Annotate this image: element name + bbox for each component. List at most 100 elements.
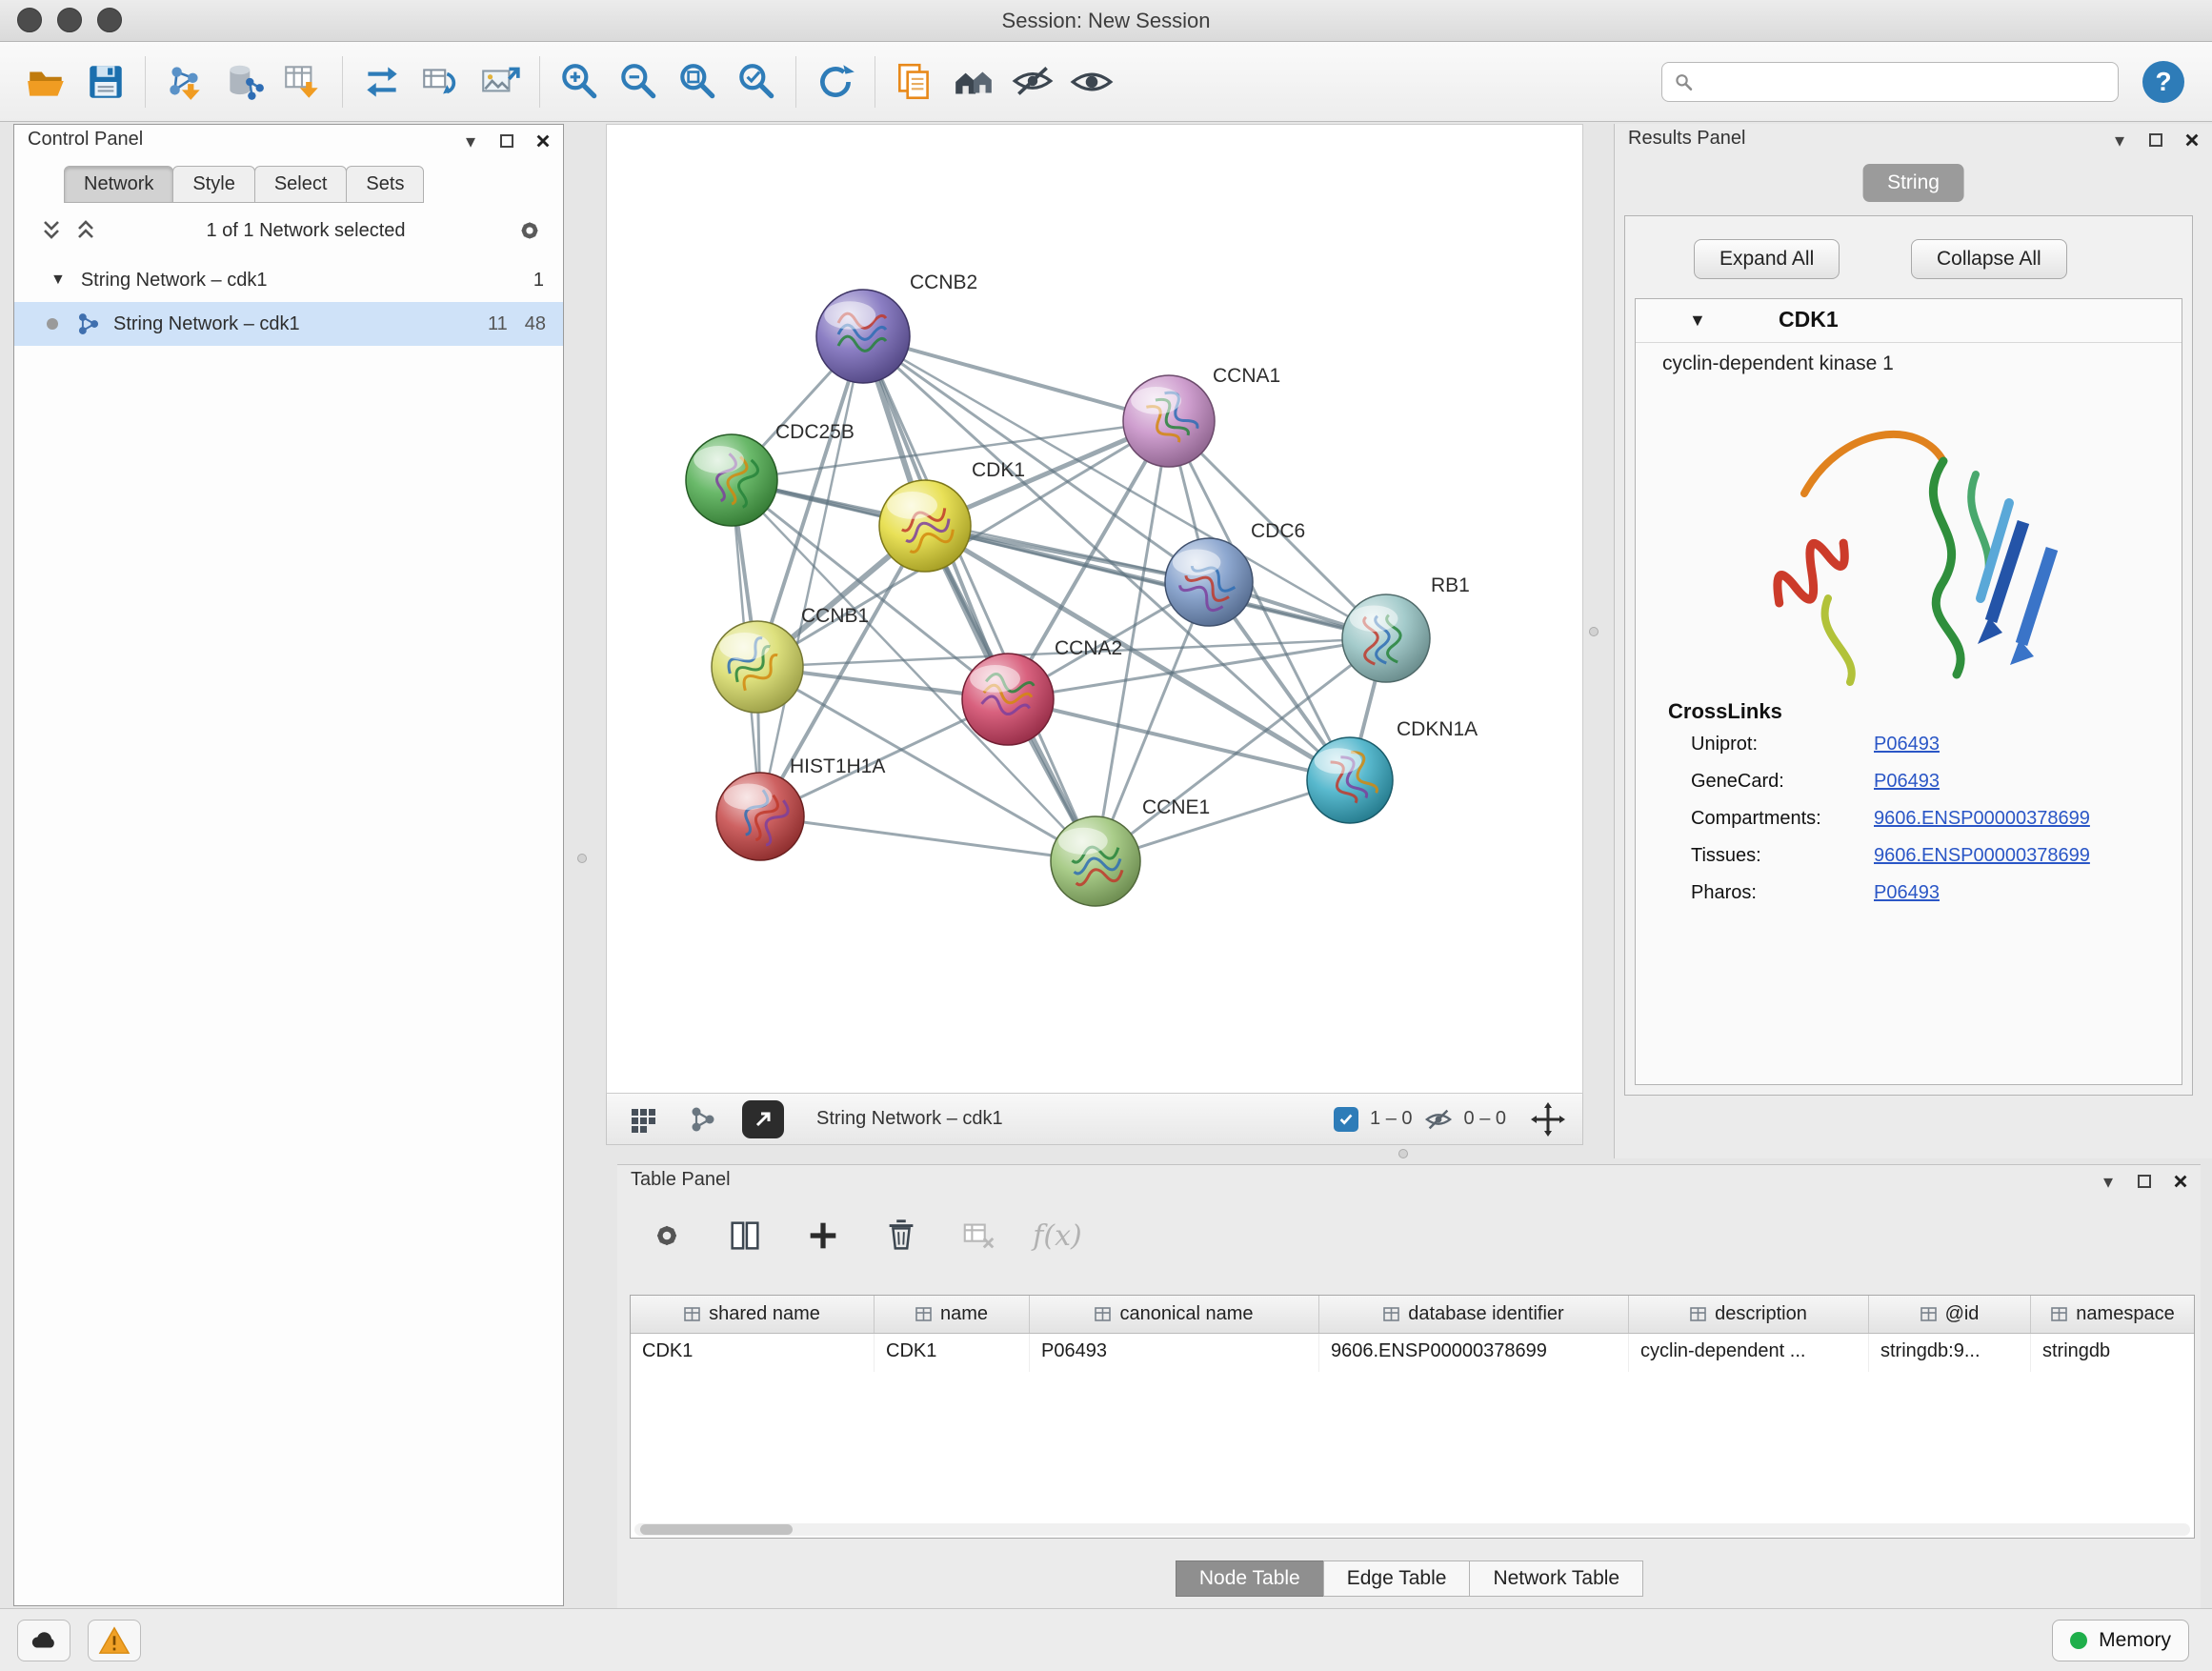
node-CCNB1[interactable] <box>712 621 803 713</box>
node-HIST1H1A[interactable] <box>716 773 804 860</box>
crosslink-value-link[interactable]: 9606.ENSP00000378699 <box>1874 845 2090 867</box>
table-cell[interactable]: stringdb <box>2031 1334 2195 1372</box>
new-network-from-selection-button[interactable] <box>352 50 412 113</box>
column-header-namespace[interactable]: namespace <box>2031 1296 2195 1333</box>
zoom-in-button[interactable] <box>550 50 609 113</box>
node-CCNA1[interactable] <box>1123 375 1215 467</box>
scrollbar-thumb[interactable] <box>640 1524 793 1535</box>
maximize-panel-button[interactable] <box>2145 130 2166 151</box>
node-RB1[interactable] <box>1342 594 1430 682</box>
open-in-new-button[interactable] <box>742 1100 784 1138</box>
save-session-button[interactable] <box>76 50 135 113</box>
search-input[interactable] <box>1703 70 2106 92</box>
tab-select[interactable]: Select <box>254 166 348 203</box>
splitter-handle[interactable] <box>1398 1149 1408 1158</box>
import-network-from-database-button[interactable] <box>214 50 273 113</box>
delete-table-button-disabled[interactable] <box>958 1215 1000 1257</box>
tab-network-table[interactable]: Network Table <box>1469 1560 1643 1597</box>
zoom-selected-button[interactable] <box>727 50 786 113</box>
hide-selected-button[interactable] <box>1003 50 1062 113</box>
help-button[interactable]: ? <box>2140 58 2187 106</box>
tab-edge-table[interactable]: Edge Table <box>1323 1560 1471 1597</box>
expand-all-button[interactable]: Expand All <box>1694 239 1840 279</box>
table-options-button[interactable] <box>646 1215 688 1257</box>
zoom-fit-button[interactable] <box>668 50 727 113</box>
edge-HIST1H1A-CCNE1[interactable] <box>760 816 1096 861</box>
close-panel-button[interactable] <box>2170 1171 2191 1192</box>
network-collection-row[interactable]: ▼ String Network – cdk1 1 <box>14 258 563 302</box>
table-cell[interactable]: CDK1 <box>631 1334 875 1372</box>
open-session-button[interactable] <box>17 50 76 113</box>
column-header-database-identifier[interactable]: database identifier <box>1319 1296 1629 1333</box>
column-header-canonical-name[interactable]: canonical name <box>1030 1296 1319 1333</box>
expand-all-icon[interactable] <box>39 218 64 243</box>
splitter-handle[interactable] <box>1589 627 1599 636</box>
protein-section-header[interactable]: ▼ CDK1 <box>1636 299 2182 343</box>
node-CDC25B[interactable] <box>686 434 777 526</box>
node-CCNE1[interactable] <box>1051 816 1140 906</box>
close-panel-button[interactable] <box>2182 130 2202 151</box>
network-options-button[interactable] <box>513 214 546 247</box>
column-header-shared-name[interactable]: shared name <box>631 1296 875 1333</box>
cloud-status-button[interactable] <box>17 1620 70 1661</box>
tab-network[interactable]: Network <box>64 166 173 203</box>
graphics-details-button[interactable] <box>944 50 1003 113</box>
table-cell[interactable]: stringdb:9... <box>1869 1334 2031 1372</box>
show-all-button[interactable] <box>1062 50 1121 113</box>
node-CDC6[interactable] <box>1165 538 1253 626</box>
command-documents-button[interactable] <box>885 50 944 113</box>
hidden-eye-icon[interactable] <box>1424 1105 1453 1134</box>
column-header-name[interactable]: name <box>875 1296 1030 1333</box>
network-row-selected[interactable]: String Network – cdk1 11 48 <box>14 302 563 346</box>
node-CCNA2[interactable] <box>962 654 1054 745</box>
network-overview-button[interactable] <box>683 1099 723 1139</box>
column-header--id[interactable]: @id <box>1869 1296 2031 1333</box>
maximize-panel-button[interactable] <box>2134 1171 2155 1192</box>
pan-crosshair-button[interactable] <box>1531 1102 1565 1137</box>
collapse-all-icon[interactable] <box>73 218 98 243</box>
section-collapse-icon[interactable]: ▼ <box>1689 311 1706 331</box>
create-column-button[interactable] <box>802 1215 844 1257</box>
delete-column-button[interactable] <box>880 1215 922 1257</box>
node-CDK1[interactable] <box>879 480 971 572</box>
crosslink-value-link[interactable]: P06493 <box>1874 771 1940 793</box>
column-header-description[interactable]: description <box>1629 1296 1869 1333</box>
selected-checkbox-icon[interactable] <box>1334 1107 1358 1132</box>
show-columns-button[interactable] <box>724 1215 766 1257</box>
collapse-all-button[interactable]: Collapse All <box>1911 239 2067 279</box>
warnings-button[interactable] <box>88 1620 141 1661</box>
edge-CCNB2-HIST1H1A[interactable] <box>760 336 863 816</box>
float-panel-button[interactable]: ▾ <box>2098 1171 2119 1192</box>
table-cell[interactable]: CDK1 <box>875 1334 1030 1372</box>
tab-node-table[interactable]: Node Table <box>1176 1560 1324 1597</box>
network-canvas[interactable]: CCNB2CCNA1CDC25BCDK1CDC6RB1CCNB1CCNA2CDK… <box>606 124 1583 1094</box>
table-row[interactable]: CDK1CDK1P064939606.ENSP00000378699cyclin… <box>631 1334 2194 1372</box>
export-image-button[interactable] <box>471 50 530 113</box>
table-cell[interactable]: 9606.ENSP00000378699 <box>1319 1334 1629 1372</box>
horizontal-scrollbar[interactable] <box>634 1523 2190 1536</box>
close-panel-button[interactable] <box>533 131 553 151</box>
import-table-from-file-button[interactable] <box>273 50 332 113</box>
edge-CCNB2-CCNE1[interactable] <box>863 336 1096 861</box>
splitter-handle[interactable] <box>577 854 587 863</box>
thumbnail-grid-button[interactable] <box>624 1099 664 1139</box>
float-panel-button[interactable]: ▾ <box>460 131 481 151</box>
table-cell[interactable]: P06493 <box>1030 1334 1319 1372</box>
function-builder-button-disabled[interactable]: f(x) <box>1036 1215 1078 1257</box>
tab-sets[interactable]: Sets <box>346 166 424 203</box>
crosslink-value-link[interactable]: 9606.ENSP00000378699 <box>1874 808 2090 830</box>
tab-string[interactable]: String <box>1862 164 1964 202</box>
memory-button[interactable]: Memory <box>2052 1620 2189 1661</box>
collection-expand-icon[interactable]: ▼ <box>50 272 66 289</box>
node-CCNB2[interactable] <box>816 290 910 383</box>
crosslink-value-link[interactable]: P06493 <box>1874 882 1940 904</box>
clone-network-button[interactable] <box>412 50 471 113</box>
table-cell[interactable]: cyclin-dependent ... <box>1629 1334 1869 1372</box>
tab-style[interactable]: Style <box>172 166 254 203</box>
import-network-from-file-button[interactable] <box>155 50 214 113</box>
zoom-out-button[interactable] <box>609 50 668 113</box>
float-panel-button[interactable]: ▾ <box>2109 130 2130 151</box>
maximize-panel-button[interactable] <box>496 131 517 151</box>
node-CDKN1A[interactable] <box>1307 737 1393 823</box>
crosslink-value-link[interactable]: P06493 <box>1874 734 1940 755</box>
